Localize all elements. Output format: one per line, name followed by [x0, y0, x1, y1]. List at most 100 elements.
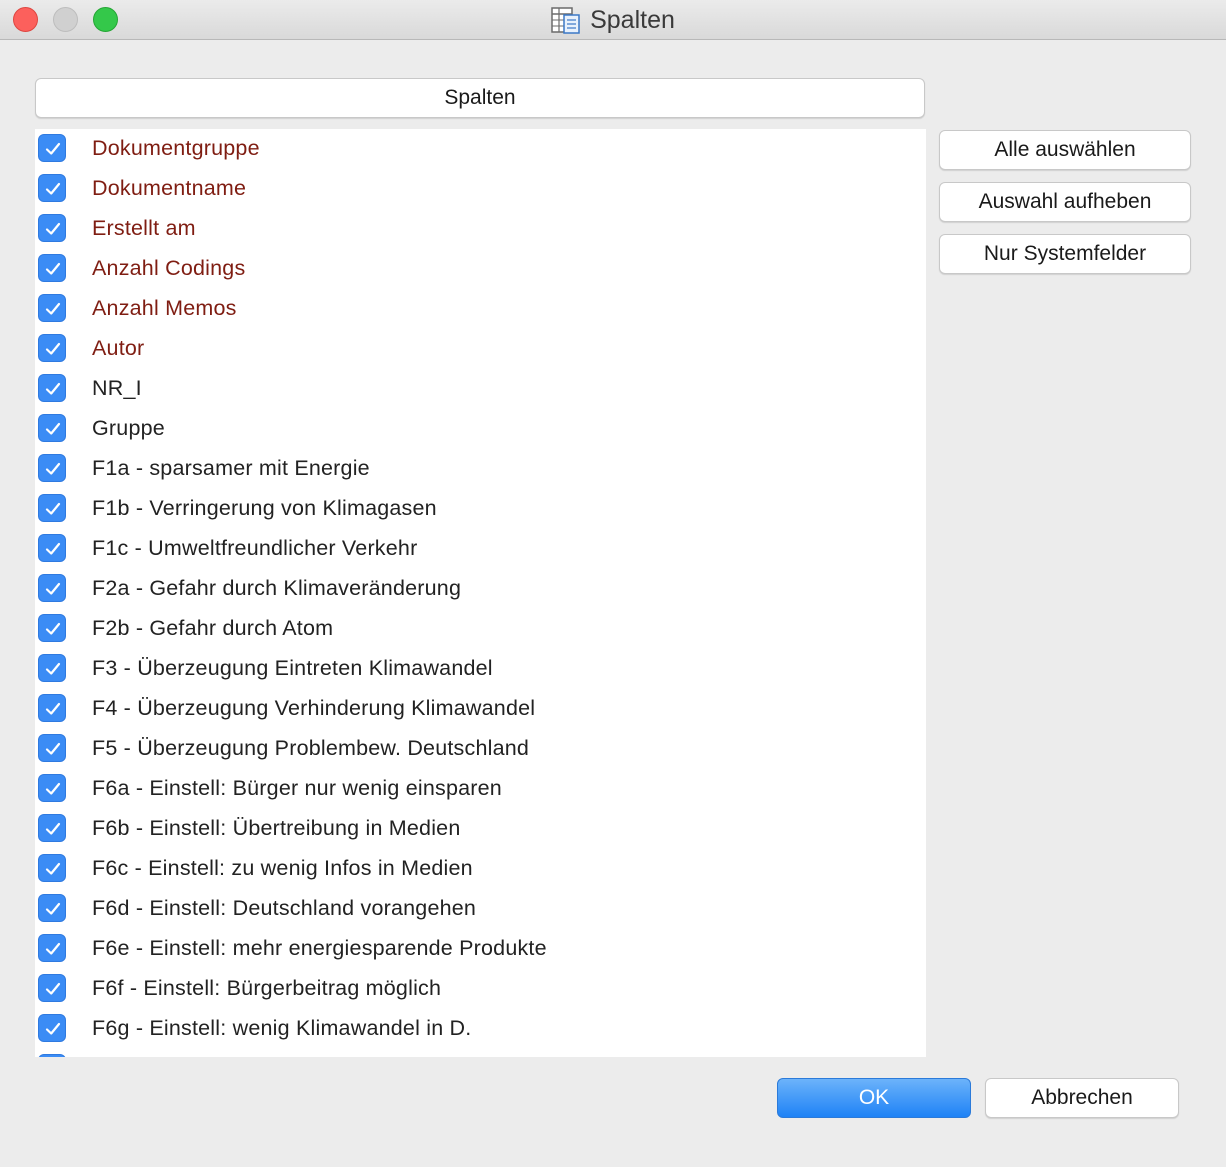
column-label: F6b - Einstell: Übertreibung in Medien: [92, 816, 461, 840]
column-checkbox[interactable]: [38, 654, 66, 682]
list-item[interactable]: F2b - Gefahr durch Atom: [35, 609, 926, 649]
column-checkbox[interactable]: [38, 494, 66, 522]
checkmark-icon: [45, 382, 61, 395]
column-checkbox[interactable]: [38, 1054, 66, 1057]
checkmark-icon: [45, 142, 61, 155]
column-checkbox[interactable]: [38, 134, 66, 162]
checkmark-icon: [45, 1022, 61, 1035]
column-label: Dokumentname: [92, 176, 247, 200]
column-checkbox[interactable]: [38, 734, 66, 762]
checkmark-icon: [45, 862, 61, 875]
list-item[interactable]: Anzahl Memos: [35, 289, 926, 329]
column-label: F6c - Einstell: zu wenig Infos in Medien: [92, 856, 473, 880]
column-label: Dokumentgruppe: [92, 136, 260, 160]
system-fields-only-button[interactable]: Nur Systemfelder: [939, 234, 1191, 274]
checkmark-icon: [45, 582, 61, 595]
column-label: Anzahl Codings: [92, 256, 246, 280]
list-item[interactable]: F1a - sparsamer mit Energie: [35, 449, 926, 489]
column-checkbox[interactable]: [38, 374, 66, 402]
deselect-all-button[interactable]: Auswahl aufheben: [939, 182, 1191, 222]
column-checkbox[interactable]: [38, 934, 66, 962]
column-label: Gruppe: [92, 416, 165, 440]
list-item[interactable]: F3 - Überzeugung Eintreten Klimawandel: [35, 649, 926, 689]
columns-list-header[interactable]: Spalten: [35, 78, 925, 118]
column-checkbox[interactable]: [38, 774, 66, 802]
column-checkbox[interactable]: [38, 614, 66, 642]
checkmark-icon: [45, 902, 61, 915]
list-item[interactable]: F6g - Einstell: wenig Klimawandel in D.: [35, 1009, 926, 1049]
select-all-button[interactable]: Alle auswählen: [939, 130, 1191, 170]
list-item[interactable]: Gruppe: [35, 409, 926, 449]
list-item[interactable]: F1b - Verringerung von Klimagasen: [35, 489, 926, 529]
list-item[interactable]: F1c - Umweltfreundlicher Verkehr: [35, 529, 926, 569]
cancel-button[interactable]: Abbrechen: [985, 1078, 1179, 1118]
list-item[interactable]: Erstellt am: [35, 209, 926, 249]
list-item[interactable]: Dokumentname: [35, 169, 926, 209]
checkmark-icon: [45, 742, 61, 755]
list-item[interactable]: F6f - Einstell: Bürgerbeitrag möglich: [35, 969, 926, 1009]
column-checkbox[interactable]: [38, 294, 66, 322]
list-item[interactable]: [35, 1049, 926, 1057]
checkmark-icon: [45, 782, 61, 795]
list-item[interactable]: F2a - Gefahr durch Klimaveränderung: [35, 569, 926, 609]
checkmark-icon: [45, 462, 61, 475]
list-item[interactable]: F4 - Überzeugung Verhinderung Klimawande…: [35, 689, 926, 729]
column-label: F6g - Einstell: wenig Klimawandel in D.: [92, 1016, 472, 1040]
checkmark-icon: [45, 502, 61, 515]
list-item[interactable]: F6e - Einstell: mehr energiesparende Pro…: [35, 929, 926, 969]
list-item[interactable]: Dokumentgruppe: [35, 129, 926, 169]
column-label: F2a - Gefahr durch Klimaveränderung: [92, 576, 462, 600]
list-item[interactable]: F6b - Einstell: Übertreibung in Medien: [35, 809, 926, 849]
title-bar: Spalten: [0, 0, 1226, 40]
checkmark-icon: [45, 342, 61, 355]
column-label: F1c - Umweltfreundlicher Verkehr: [92, 536, 418, 560]
checkmark-icon: [45, 182, 61, 195]
column-checkbox[interactable]: [38, 574, 66, 602]
column-label: NR_I: [92, 376, 142, 400]
checkmark-icon: [45, 262, 61, 275]
list-item[interactable]: Autor: [35, 329, 926, 369]
column-checkbox[interactable]: [38, 1014, 66, 1042]
column-checkbox[interactable]: [38, 214, 66, 242]
checkmark-icon: [45, 622, 61, 635]
column-checkbox[interactable]: [38, 534, 66, 562]
list-item[interactable]: F5 - Überzeugung Problembew. Deutschland: [35, 729, 926, 769]
list-item[interactable]: F6d - Einstell: Deutschland vorangehen: [35, 889, 926, 929]
column-label: F4 - Überzeugung Verhinderung Klimawande…: [92, 696, 536, 720]
column-checkbox[interactable]: [38, 254, 66, 282]
list-item[interactable]: NR_I: [35, 369, 926, 409]
list-item[interactable]: Anzahl Codings: [35, 249, 926, 289]
checkmark-icon: [45, 422, 61, 435]
column-label: F6d - Einstell: Deutschland vorangehen: [92, 896, 477, 920]
checkmark-icon: [45, 822, 61, 835]
column-label: Erstellt am: [92, 216, 196, 240]
column-checkbox[interactable]: [38, 694, 66, 722]
column-label: F1b - Verringerung von Klimagasen: [92, 496, 437, 520]
checkmark-icon: [45, 302, 61, 315]
column-checkbox[interactable]: [38, 174, 66, 202]
list-item[interactable]: F6c - Einstell: zu wenig Infos in Medien: [35, 849, 926, 889]
column-label: F5 - Überzeugung Problembew. Deutschland: [92, 736, 530, 760]
column-label: F6a - Einstell: Bürger nur wenig einspar…: [92, 776, 502, 800]
column-label: F3 - Überzeugung Eintreten Klimawandel: [92, 656, 493, 680]
column-checkbox[interactable]: [38, 854, 66, 882]
column-label: F2b - Gefahr durch Atom: [92, 616, 334, 640]
column-checkbox[interactable]: [38, 334, 66, 362]
checkmark-icon: [45, 542, 61, 555]
column-checkbox[interactable]: [38, 974, 66, 1002]
column-label: Autor: [92, 336, 145, 360]
column-checkbox[interactable]: [38, 814, 66, 842]
table-columns-icon: [551, 5, 581, 35]
list-item[interactable]: F6a - Einstell: Bürger nur wenig einspar…: [35, 769, 926, 809]
window-title-group: Spalten: [0, 0, 1226, 40]
checkmark-icon: [45, 982, 61, 995]
column-checkbox[interactable]: [38, 894, 66, 922]
column-checkbox[interactable]: [38, 414, 66, 442]
column-label: F6e - Einstell: mehr energiesparende Pro…: [92, 936, 547, 960]
checkmark-icon: [45, 942, 61, 955]
column-label: F1a - sparsamer mit Energie: [92, 456, 370, 480]
ok-button[interactable]: OK: [777, 1078, 971, 1118]
column-checkbox[interactable]: [38, 454, 66, 482]
columns-list[interactable]: Dokumentgruppe Dokumentname Erstellt am Anz…: [35, 129, 926, 1057]
checkmark-icon: [45, 702, 61, 715]
